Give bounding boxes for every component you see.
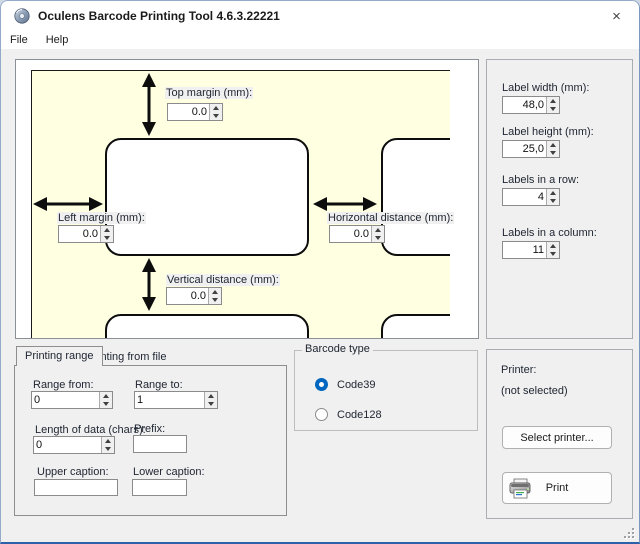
radio-code39-indicator[interactable] — [315, 378, 328, 391]
range-from-spinner[interactable] — [99, 392, 112, 408]
label-height-label: Label height (mm): — [502, 126, 594, 138]
length-of-data-input[interactable] — [33, 436, 115, 454]
label-preview-bottom — [105, 314, 309, 338]
print-label: Print — [546, 482, 569, 494]
printing-range-tabpage: Range from: Range to: Length of data (ch… — [14, 365, 287, 516]
top-margin-value[interactable] — [168, 104, 209, 120]
printer-panel: Printer: (not selected) Select printer..… — [486, 349, 633, 519]
vertical-distance-input[interactable] — [166, 287, 222, 305]
printer-icon — [508, 477, 534, 501]
label-preview-right — [381, 138, 450, 256]
barcode-type-title: Barcode type — [302, 343, 373, 355]
top-margin-input[interactable] — [167, 103, 223, 121]
printing-tabs: Printing range Printing from file Range … — [14, 346, 287, 516]
top-margin-spinner[interactable] — [209, 104, 222, 120]
menu-help[interactable]: Help — [37, 32, 78, 48]
select-printer-button[interactable]: Select printer... — [502, 426, 612, 449]
upper-caption-input[interactable] — [34, 479, 118, 496]
labels-in-row-spinner[interactable] — [546, 189, 559, 205]
page-sheet — [31, 70, 450, 338]
radio-code128-indicator[interactable] — [315, 408, 328, 421]
upper-caption-value[interactable] — [35, 480, 117, 495]
range-to-value[interactable] — [135, 392, 204, 408]
labels-in-row-input[interactable] — [502, 188, 560, 206]
label-width-label: Label width (mm): — [502, 82, 589, 94]
label-width-spinner[interactable] — [546, 97, 559, 113]
window-title: Oculens Barcode Printing Tool 4.6.3.2222… — [38, 9, 280, 23]
label-width-input[interactable] — [502, 96, 560, 114]
app-disc-icon — [14, 8, 30, 24]
vertical-distance-value[interactable] — [167, 288, 208, 304]
prefix-value[interactable] — [134, 436, 186, 452]
labels-in-column-spinner[interactable] — [546, 242, 559, 258]
horizontal-distance-spinner[interactable] — [371, 226, 384, 242]
radio-code128-label: Code128 — [337, 409, 382, 421]
labels-in-row-value[interactable] — [503, 189, 546, 205]
tab-printing-range[interactable]: Printing range — [16, 346, 103, 366]
left-margin-label: Left margin (mm): — [57, 212, 146, 224]
label-height-spinner[interactable] — [546, 141, 559, 157]
label-settings-panel: Label width (mm): Label height (mm): Lab… — [486, 59, 633, 339]
range-from-label: Range from: — [33, 379, 94, 391]
left-margin-input[interactable] — [58, 225, 114, 243]
lower-caption-value[interactable] — [133, 480, 186, 495]
length-of-data-value[interactable] — [34, 437, 101, 453]
label-preview-bottom-right — [381, 314, 450, 338]
left-margin-value[interactable] — [59, 226, 100, 242]
range-from-value[interactable] — [32, 392, 99, 408]
range-from-input[interactable] — [31, 391, 113, 409]
labels-in-column-value[interactable] — [503, 242, 546, 258]
label-height-value[interactable] — [503, 141, 546, 157]
prefix-input[interactable] — [133, 435, 187, 453]
close-button[interactable]: × — [594, 1, 639, 31]
select-printer-label: Select printer... — [520, 432, 593, 444]
horizontal-distance-label: Horizontal distance (mm): — [327, 212, 454, 224]
radio-code39[interactable]: Code39 — [315, 378, 376, 391]
label-height-input[interactable] — [502, 140, 560, 158]
menu-divider — [1, 49, 639, 59]
app-window: Oculens Barcode Printing Tool 4.6.3.2222… — [0, 0, 640, 544]
range-to-input[interactable] — [134, 391, 218, 409]
lower-caption-label: Lower caption: — [133, 466, 205, 478]
range-to-label: Range to: — [135, 379, 183, 391]
length-of-data-spinner[interactable] — [101, 437, 114, 453]
printer-label: Printer: — [501, 364, 536, 376]
top-margin-label: Top margin (mm): — [165, 87, 253, 99]
vertical-distance-spinner[interactable] — [208, 288, 221, 304]
radio-code128[interactable]: Code128 — [315, 408, 382, 421]
lower-caption-input[interactable] — [132, 479, 187, 496]
prefix-label: Prefix: — [134, 423, 165, 435]
upper-caption-label: Upper caption: — [37, 466, 109, 478]
printer-status: (not selected) — [501, 385, 568, 397]
labels-in-column-input[interactable] — [502, 241, 560, 259]
range-to-spinner[interactable] — [204, 392, 217, 408]
labels-in-column-label: Labels in a column: — [502, 227, 597, 239]
barcode-type-group: Barcode type Code39 Code128 — [294, 350, 478, 431]
labels-in-row-label: Labels in a row: — [502, 174, 579, 186]
radio-code39-label: Code39 — [337, 379, 376, 391]
horizontal-distance-value[interactable] — [330, 226, 371, 242]
vertical-distance-label: Vertical distance (mm): — [166, 274, 280, 286]
label-width-value[interactable] — [503, 97, 546, 113]
left-margin-spinner[interactable] — [100, 226, 113, 242]
horizontal-distance-input[interactable] — [329, 225, 385, 243]
resize-grip[interactable] — [622, 526, 634, 538]
menu-file[interactable]: File — [1, 32, 37, 48]
title-bar: Oculens Barcode Printing Tool 4.6.3.2222… — [1, 1, 639, 31]
label-preview-main — [105, 138, 309, 256]
length-of-data-label: Length of data (chars): — [35, 424, 146, 436]
menu-bar: File Help — [1, 31, 639, 49]
print-button[interactable]: Print — [502, 472, 612, 504]
layout-preview-canvas: Top margin (mm): Left margin (mm): Horiz… — [15, 59, 479, 339]
